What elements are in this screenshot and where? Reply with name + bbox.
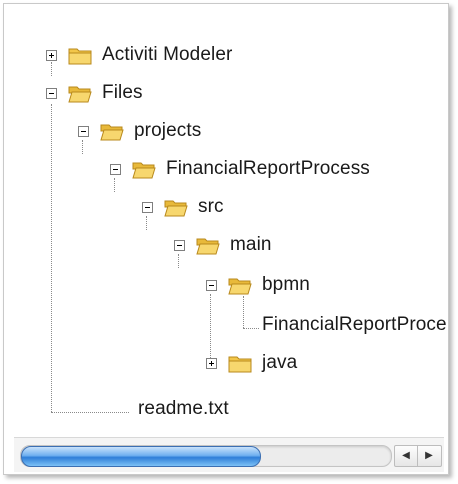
scroll-right-arrow-icon[interactable]: ▶ [418,446,440,466]
collapse-minus-icon[interactable] [46,88,57,99]
folder-closed-icon [68,48,92,65]
tree-node-label: Files [102,82,143,103]
tree-node-label: main [230,234,272,255]
folder-closed-icon [228,356,252,373]
tree-node-label: FinancialReportProcess.bpmn20.xml [262,314,446,335]
tree-connector [51,62,52,76]
scroll-arrows: ◀ ▶ [394,445,442,467]
folder-open-icon [132,162,156,179]
scrollbar-thumb[interactable] [21,446,261,467]
tree-node-label: Activiti Modeler [102,44,233,65]
folder-open-icon [164,200,188,217]
tree-connector [51,104,52,412]
tree-node-label: FinancialReportProcess [166,158,370,179]
tree-node-label: java [262,352,298,373]
tree-connector [210,294,211,362]
folder-open-icon [196,238,220,255]
tree-connector [114,178,115,192]
tree-connector [51,412,129,413]
tree-connector [243,328,259,329]
collapse-minus-icon[interactable] [78,126,89,137]
horizontal-scrollbar[interactable]: ◀ ▶ [14,437,444,472]
tree-connector [178,254,179,268]
collapse-minus-icon[interactable] [142,202,153,213]
tree-node-label: src [198,196,224,217]
file-tree: Activiti Modeler Files projects Financia… [14,14,446,436]
expand-plus-icon[interactable] [46,50,57,61]
collapse-minus-icon[interactable] [110,164,121,175]
tree-node-label: readme.txt [138,398,229,419]
tree-node-label: bpmn [262,274,310,295]
folder-open-icon [228,278,252,295]
folder-open-icon [68,86,92,103]
collapse-minus-icon[interactable] [174,240,185,251]
folder-open-icon [100,124,124,141]
file-tree-panel: Activiti Modeler Files projects Financia… [3,3,449,475]
tree-connector [82,140,83,154]
tree-connector [146,216,147,230]
expand-plus-icon[interactable] [206,358,217,369]
tree-node-label: projects [134,120,202,141]
tree-connector [243,296,244,328]
collapse-minus-icon[interactable] [206,280,217,291]
scroll-left-arrow-icon[interactable]: ◀ [395,446,418,466]
